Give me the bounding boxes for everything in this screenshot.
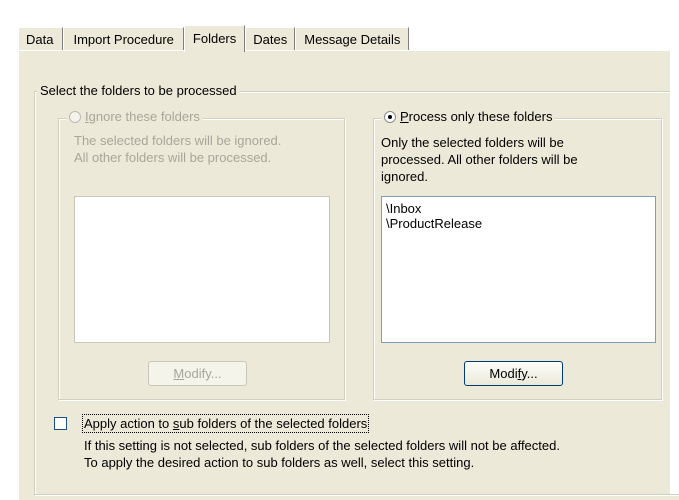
process-folders-description: Only the selected folders will be proces… <box>381 135 578 184</box>
process-modify-button[interactable]: Modify... <box>464 361 563 386</box>
ignore-modify-button[interactable]: Modify... <box>148 361 247 386</box>
ignore-folders-radio[interactable]: Ignore these folders <box>66 109 203 124</box>
list-item[interactable]: \ProductRelease <box>382 216 655 231</box>
radio-selected-dot <box>388 114 392 119</box>
ignore-folders-description: The selected folders will be ignored. Al… <box>74 133 282 165</box>
window-edge <box>670 0 679 494</box>
tab-dates[interactable]: Dates <box>245 27 296 51</box>
tab-folders[interactable]: Folders <box>183 25 246 52</box>
folders-group-legend: Select the folders to be processed <box>37 83 240 98</box>
list-item[interactable]: \Inbox <box>382 201 655 216</box>
ignore-folders-list[interactable] <box>74 196 330 343</box>
ignore-radio-indicator[interactable] <box>69 110 81 123</box>
tab-data[interactable]: Data <box>18 27 64 51</box>
process-folders-list[interactable]: \Inbox \ProductRelease <box>381 196 656 343</box>
ignore-radio-label: Ignore these folders <box>85 109 200 124</box>
subfolders-checkbox[interactable] <box>54 417 67 430</box>
subfolders-checkbox-label[interactable]: Apply action to sub folders of the selec… <box>82 414 370 433</box>
process-folders-radio[interactable]: Process only these folders <box>381 109 556 124</box>
folders-dialog: Data Import Procedure Folders Dates Mess… <box>0 0 679 500</box>
tab-import-procedure[interactable]: Import Procedure <box>63 27 184 51</box>
subfolders-help-text: If this setting is not selected, sub fol… <box>84 438 560 470</box>
process-radio-label: Process only these folders <box>400 109 553 124</box>
tab-message-details[interactable]: Message Details <box>295 27 410 51</box>
tab-strip: Data Import Procedure Folders Dates Mess… <box>18 24 410 52</box>
process-radio-indicator[interactable] <box>384 110 396 123</box>
